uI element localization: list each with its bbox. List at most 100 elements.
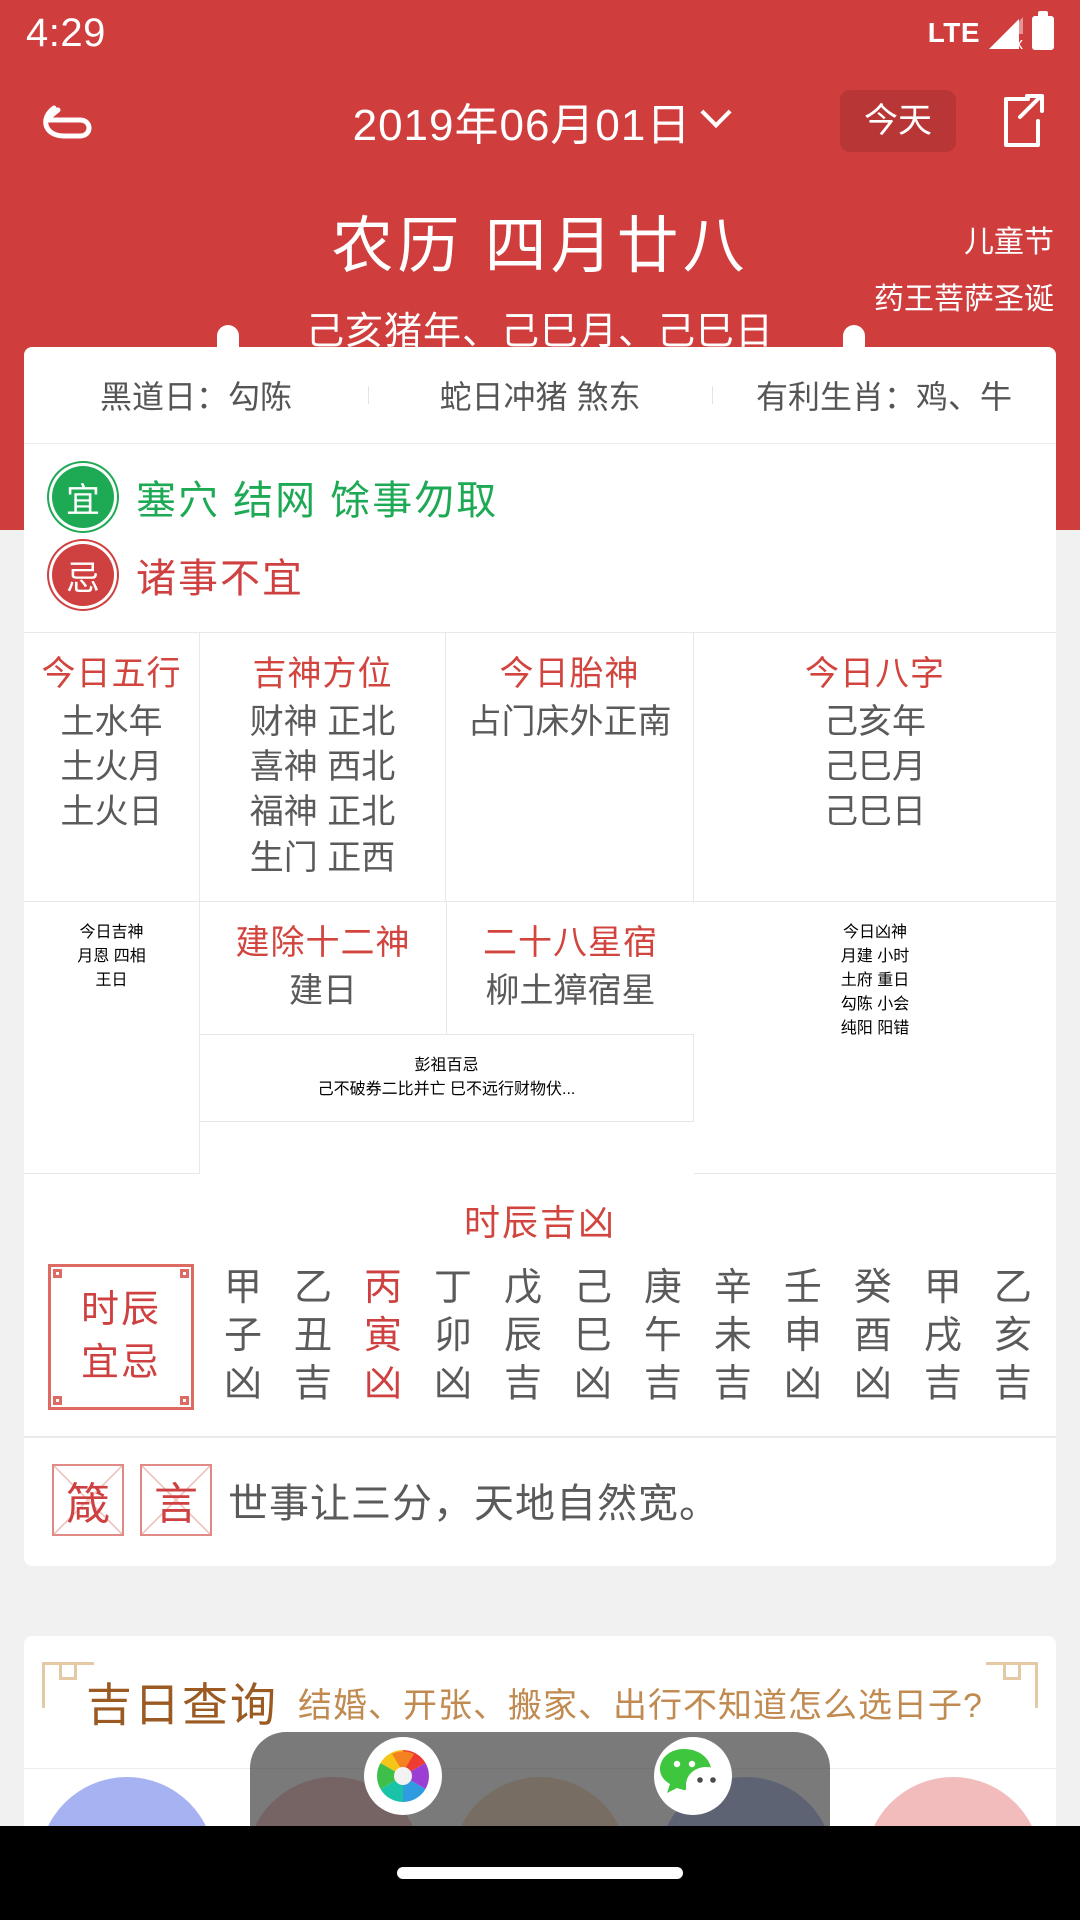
hour-branch: 酉 <box>853 1314 892 1357</box>
cell-value: 土水年 <box>60 703 163 741</box>
wechat-moments-icon <box>363 1737 442 1815</box>
hour-stem: 丁 <box>433 1267 472 1310</box>
hour-luck: 凶 <box>224 1362 263 1405</box>
cell-title: 二十八星宿 <box>483 923 658 962</box>
status-bar: 4:29 LTE x <box>0 0 1080 66</box>
yi-badge-icon: 宜 <box>52 466 114 528</box>
back-arrow-icon[interactable] <box>30 82 108 160</box>
hour-stem: 丙 <box>363 1267 402 1310</box>
cell-title: 今日五行 <box>41 655 182 693</box>
hour-column[interactable]: 庚午吉 <box>643 1267 682 1405</box>
hour-branch: 丑 <box>293 1314 332 1357</box>
hour-stem: 甲 <box>923 1267 962 1310</box>
motto-char-2: 言 <box>154 1479 198 1529</box>
date-title: 2019年06月01日 <box>352 101 692 150</box>
cell-wuxing: 今日五行 土水年 土火月 土火日 <box>24 633 200 902</box>
network-type-label: LTE <box>927 17 980 48</box>
cell-value: 占门床外正南 <box>467 703 672 741</box>
ji-badge-label: 忌 <box>66 559 100 598</box>
ji-row[interactable]: 忌 诸事不宜 <box>24 538 1056 632</box>
cell-value: 勾陈 小会 <box>840 995 910 1013</box>
yi-badge-label: 宜 <box>66 481 100 520</box>
cell-jishen: 今日吉神 月恩 四相 王日 <box>24 901 200 1174</box>
ornament-corner-right-icon <box>986 1662 1038 1708</box>
hour-branch: 戌 <box>923 1314 962 1357</box>
yi-row[interactable]: 宜 塞穴 结网 馀事勿取 <box>24 444 1056 538</box>
stamp-line-1: 时辰 <box>80 1288 161 1331</box>
hour-column[interactable]: 壬申凶 <box>784 1267 822 1405</box>
hour-stem: 癸 <box>853 1267 892 1310</box>
festival-item: 药王菩萨圣诞 <box>874 283 1054 316</box>
hour-luck: 吉 <box>503 1362 542 1405</box>
app-screen: 4:29 LTE x 2019年06月01日 今天 农历 四月廿八 己亥猪年、己… <box>0 0 1080 1920</box>
home-indicator[interactable] <box>397 1867 683 1879</box>
stamp-line-2: 宜忌 <box>80 1341 161 1384</box>
hour-branch: 未 <box>713 1314 752 1357</box>
hour-branch: 子 <box>224 1314 263 1357</box>
cell-jianchu: 建除十二神 建日 <box>200 901 447 1036</box>
info-cell-chongsha: 蛇日冲猪 煞东 <box>368 372 712 418</box>
signal-bars-icon: x <box>989 17 1023 52</box>
motto-char-box-2: 言 <box>140 1463 212 1536</box>
festival-list: 儿童节 药王菩萨圣诞 <box>874 214 1054 328</box>
hour-column[interactable]: 戊辰吉 <box>503 1267 542 1405</box>
hour-column[interactable]: 甲子凶 <box>224 1267 263 1405</box>
hour-branch: 午 <box>643 1314 682 1357</box>
battery-full-icon <box>1032 16 1054 50</box>
hour-stem: 庚 <box>643 1267 682 1310</box>
hour-column[interactable]: 辛未吉 <box>713 1267 752 1405</box>
hour-branch: 寅 <box>363 1314 402 1357</box>
divider-pill-left <box>217 325 239 371</box>
cell-value: 纯阳 阳错 <box>840 1019 910 1037</box>
cell-title: 彭祖百忌 <box>414 1057 479 1075</box>
ji-text: 诸事不宜 <box>136 557 304 601</box>
motto-char-1: 箴 <box>66 1479 110 1529</box>
cell-title: 吉神方位 <box>252 655 393 693</box>
hour-luck: 凶 <box>853 1362 892 1405</box>
cell-value: 己亥年 <box>824 703 926 741</box>
hour-branch: 巳 <box>573 1314 612 1357</box>
hour-column[interactable]: 丙寅凶 <box>363 1267 402 1405</box>
hour-column[interactable]: 癸酉凶 <box>853 1267 892 1405</box>
grid-row-2: 今日吉神 月恩 四相 王日 建除十二神 建日 二十八星宿 柳土獐宿星 彭祖百忌 … <box>24 901 1056 1174</box>
ornament-corner-left-icon <box>42 1662 94 1708</box>
festival-item: 儿童节 <box>964 226 1054 259</box>
info-cell-shengxiao: 有利生肖：鸡、牛 <box>712 372 1056 418</box>
chevron-down-icon <box>700 96 732 129</box>
promo-title: 吉日查询 <box>86 1679 278 1731</box>
share-icon[interactable] <box>990 88 1050 154</box>
yi-text: 塞穴 结网 馀事勿取 <box>136 479 499 523</box>
ji-badge-icon: 忌 <box>52 544 114 606</box>
hour-column[interactable]: 己巳凶 <box>573 1267 612 1405</box>
hour-column[interactable]: 丁卯凶 <box>433 1267 472 1405</box>
almanac-grid: 今日五行 土水年 土火月 土火日 吉神方位 财神 正北 喜神 西北 福神 正北 … <box>24 632 1056 1437</box>
cell-value: 王日 <box>95 971 128 989</box>
hour-luck: 吉 <box>993 1362 1032 1405</box>
cell-title: 建除十二神 <box>235 923 411 962</box>
hour-stem: 甲 <box>224 1267 263 1310</box>
hour-column[interactable]: 乙亥吉 <box>993 1267 1032 1405</box>
cell-value: 土府 重日 <box>840 971 910 989</box>
hour-luck: 凶 <box>363 1362 402 1405</box>
hour-columns: 甲子凶乙丑吉丙寅凶丁卯凶戊辰吉己巳凶庚午吉辛未吉壬申凶癸酉凶甲戌吉乙亥吉 <box>214 1267 1032 1405</box>
hourly-fortune-title: 时辰吉凶 <box>463 1201 616 1243</box>
cell-xingxiu: 二十八星宿 柳土獐宿星 <box>447 902 694 1036</box>
hour-column[interactable]: 乙丑吉 <box>293 1267 332 1405</box>
almanac-card: 宜 塞穴 结网 馀事勿取 忌 诸事不宜 今日五行 土水年 土火月 土火日 吉神方… <box>24 443 1056 1566</box>
hour-stem: 辛 <box>713 1267 752 1310</box>
hour-luck: 吉 <box>923 1362 962 1405</box>
hour-branch: 亥 <box>993 1314 1032 1357</box>
cell-value: 建日 <box>289 971 357 1010</box>
cell-xiongshen: 今日凶神 月建 小时 土府 重日 勾陈 小会 纯阳 阳错 <box>694 902 1056 1174</box>
today-button[interactable]: 今天 <box>840 90 956 152</box>
system-navigation-bar <box>0 1826 1080 1920</box>
motto-text: 世事让三分，天地自然宽。 <box>228 1481 720 1526</box>
cell-taishen: 今日胎神 占门床外正南 <box>446 633 694 902</box>
status-clock: 4:29 <box>26 10 106 55</box>
grid-row-1: 今日五行 土水年 土火月 土火日 吉神方位 财神 正北 喜神 西北 福神 正北 … <box>24 633 1056 902</box>
hour-column[interactable]: 甲戌吉 <box>923 1267 962 1405</box>
hour-luck: 吉 <box>293 1362 332 1405</box>
hour-stem: 乙 <box>993 1267 1032 1310</box>
cell-value: 福神 正北 <box>249 793 396 832</box>
cell-value: 财神 正北 <box>249 703 396 741</box>
